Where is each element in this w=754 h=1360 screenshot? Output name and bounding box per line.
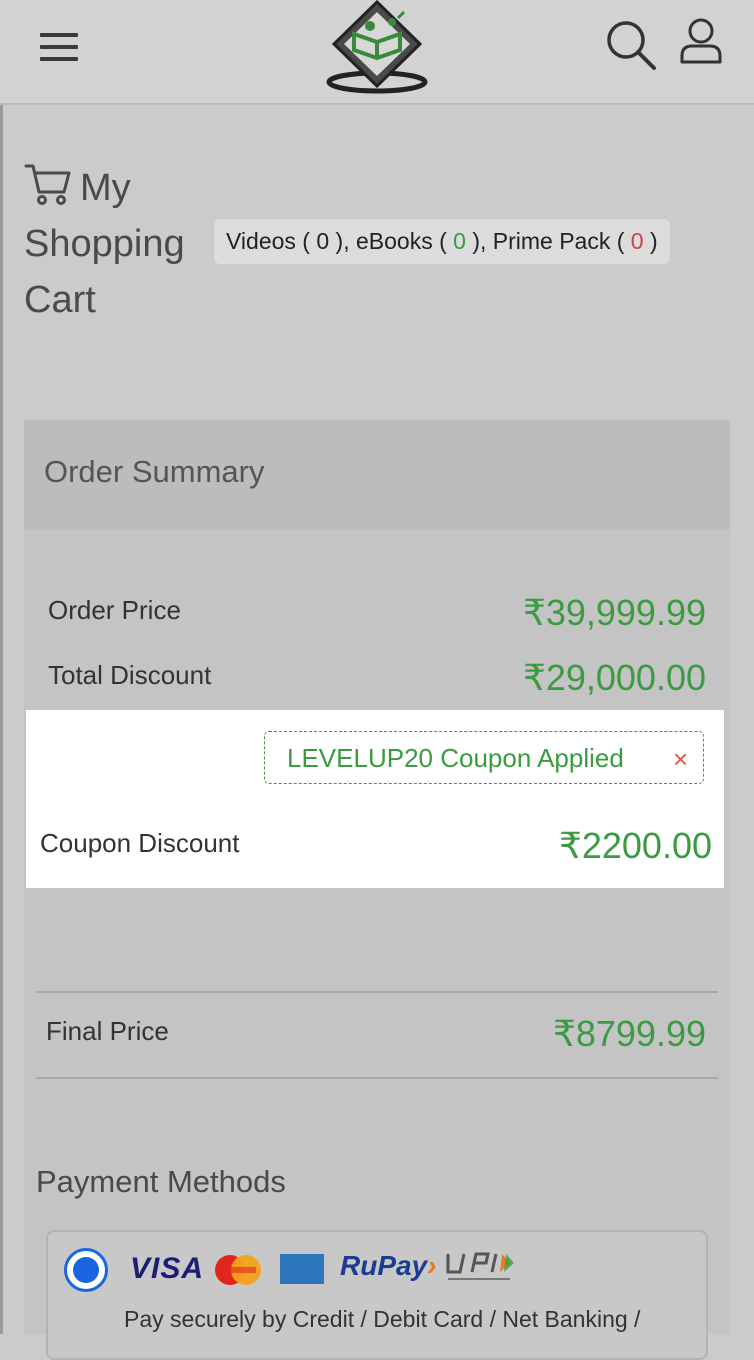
order-summary-title: Order Summary (44, 454, 265, 489)
counts-close: ) (643, 228, 658, 254)
prime-pack-count: 0 (630, 228, 644, 254)
total-discount-label: Total Discount (48, 660, 212, 690)
prime-pack-label: ), Prime Pack ( (465, 228, 631, 254)
coupon-applied-tag: LEVELUP20 Coupon Applied × (264, 731, 704, 784)
title-line-3: Cart (24, 279, 96, 321)
user-icon[interactable] (676, 16, 726, 66)
payment-option-radio[interactable] (64, 1248, 108, 1292)
page-title: My Shopping Cart (24, 160, 214, 328)
payment-methods-title: Payment Methods (36, 1164, 286, 1199)
coupon-discount-label: Coupon Discount (40, 828, 240, 858)
divider-bottom (36, 1077, 718, 1079)
final-price-value: ₹8799.99 (552, 1013, 706, 1054)
upi-logo (446, 1252, 514, 1280)
total-discount-value: ₹29,000.00 (522, 657, 706, 698)
rupay-logo: RuPay› (340, 1250, 437, 1281)
coupon-applied-text: LEVELUP20 Coupon Applied (287, 743, 624, 773)
visa-logo: VISA (130, 1252, 205, 1285)
order-price-label: Order Price (48, 595, 181, 625)
hamburger-menu-icon[interactable] (40, 33, 78, 63)
search-icon[interactable] (604, 18, 658, 72)
site-logo[interactable] (324, 0, 430, 96)
divider-top (36, 991, 718, 993)
coupon-discount-value: ₹2200.00 (558, 825, 712, 866)
ebooks-label: ), eBooks ( (329, 228, 454, 254)
remove-coupon-close-icon[interactable]: × (673, 746, 688, 772)
title-line-2: Shopping (24, 223, 185, 265)
amex-logo (280, 1254, 324, 1284)
page-edge (0, 0, 3, 1334)
videos-label: Videos ( (226, 228, 317, 254)
payment-option-description: Pay securely by Credit / Debit Card / Ne… (124, 1306, 641, 1332)
coupon-section: LEVELUP20 Coupon Applied × Coupon Discou… (26, 710, 724, 888)
title-line-1: My (80, 167, 131, 209)
cart-item-counts: Videos ( 0 ), eBooks ( 0 ), Prime Pack (… (214, 219, 670, 264)
top-header (0, 0, 754, 105)
order-price-value: ₹39,999.99 (522, 592, 706, 633)
ebooks-count: 0 (453, 228, 466, 254)
payment-option-card[interactable]: VISA RuPay› Pay securely by Credit / Deb… (46, 1230, 708, 1360)
order-summary-header: Order Summary (24, 420, 730, 530)
final-price-label: Final Price (46, 1016, 169, 1046)
videos-count: 0 (316, 228, 330, 254)
shopping-cart-icon (24, 164, 71, 205)
mastercard-logo (215, 1255, 261, 1285)
